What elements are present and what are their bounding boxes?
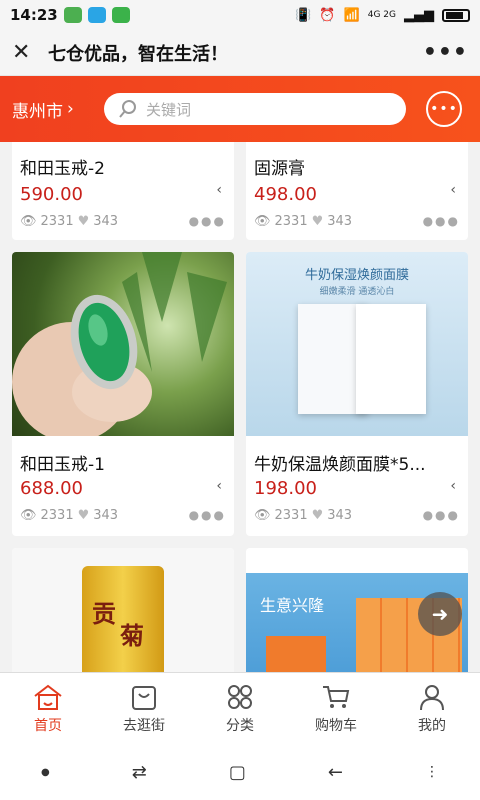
nav-profile[interactable]: 我的	[384, 673, 480, 744]
product-card[interactable]: 牛奶保湿焕颜面膜 细嫩柔滑 通透沁白 牛奶保温焕颜面膜*5... 198.00 …	[246, 252, 468, 536]
overview-icon[interactable]: ▢	[229, 762, 246, 783]
more-dots-icon[interactable]: ●●●	[189, 214, 226, 228]
wifi-icon: 📶	[343, 7, 360, 23]
product-stats: 👁 2331 ♥ 343	[254, 508, 352, 523]
category-icon	[228, 684, 252, 709]
chevron-left-icon[interactable]: ‹	[216, 182, 222, 198]
city-selector[interactable]: 惠州市 ›	[12, 97, 104, 122]
cart-icon	[323, 685, 350, 708]
product-card[interactable]: 固源膏 498.00 👁 2331 ♥ 343 ‹ ●●●	[246, 142, 468, 240]
likes-count: 343	[327, 214, 353, 229]
user-icon	[420, 684, 444, 710]
battery-icon	[442, 8, 470, 22]
eye-icon: 👁	[254, 214, 271, 229]
search-icon	[119, 100, 136, 118]
system-navigation: ● ⇄ ▢ ← ⋮	[0, 744, 480, 800]
product-card[interactable]: 生意兴隆 ➜	[246, 548, 468, 672]
mask-box-subtitle: 细嫩柔滑 通透沁白	[319, 287, 395, 297]
nav-cart-label: 购物车	[315, 717, 357, 734]
scan-notification-icon	[111, 7, 130, 23]
product-image-face-mask: 牛奶保湿焕颜面膜 细嫩柔滑 通透沁白	[246, 252, 468, 436]
bottom-nav: 首页 去逛街 分类 购物车 我的	[0, 672, 480, 744]
chevron-right-icon: ›	[67, 99, 74, 119]
product-price: 590.00	[20, 184, 83, 205]
product-price: 498.00	[254, 184, 317, 205]
product-image-jade-ring	[12, 252, 234, 436]
chevron-left-icon[interactable]: ‹	[216, 478, 222, 494]
product-stats: 👁 2331 ♥ 343	[254, 214, 352, 229]
can-text-1: 贡	[92, 600, 116, 628]
heart-icon: ♥	[311, 214, 324, 229]
close-icon[interactable]: ✕	[12, 40, 42, 65]
heart-icon: ♥	[77, 508, 90, 523]
heart-icon: ♥	[311, 508, 324, 523]
product-grid: 和田玉戒-2 590.00 👁 2331 ♥ 343 ‹ ●●● 固源膏 498…	[0, 142, 480, 672]
likes-count: 343	[327, 508, 353, 523]
views-count: 2331	[40, 508, 74, 523]
product-stats: 👁 2331 ♥ 343	[20, 508, 118, 523]
browser-notification-icon	[87, 7, 106, 23]
eye-icon: 👁	[20, 214, 37, 229]
product-image-chrysanthemum-drink: 贡 菊	[12, 548, 234, 672]
back-icon[interactable]: ←	[328, 762, 343, 783]
product-name: 和田玉戒-2	[20, 159, 105, 179]
more-dots-icon[interactable]: ●●●	[423, 508, 460, 522]
network-type: 4G 2G	[367, 10, 396, 20]
can-text-2: 菊	[120, 622, 144, 650]
app-notification-icon	[63, 7, 82, 23]
tissue-banner-text: 生意兴隆	[260, 596, 325, 615]
nav-profile-label: 我的	[418, 717, 446, 734]
signal-icon: ▂▄▆	[404, 7, 434, 23]
chevron-left-icon[interactable]: ‹	[450, 182, 456, 198]
nav-cart[interactable]: 购物车	[288, 673, 384, 744]
alarm-icon: ⏰	[319, 7, 336, 23]
nav-category-label: 分类	[226, 717, 254, 734]
heart-icon: ♥	[77, 214, 90, 229]
search-header: 惠州市 › 关键词 •••	[0, 76, 480, 142]
scroll-next-button[interactable]: ➜	[418, 592, 462, 636]
nav-shopping[interactable]: 去逛街	[96, 673, 192, 744]
menu-icon[interactable]: ⋮	[425, 764, 439, 780]
product-name: 牛奶保温焕颜面膜*5...	[254, 455, 426, 475]
more-icon[interactable]: •••	[423, 40, 468, 65]
eye-icon: 👁	[254, 508, 271, 523]
likes-count: 343	[93, 508, 119, 523]
message-icon[interactable]: •••	[426, 91, 462, 127]
nav-shopping-label: 去逛街	[123, 717, 165, 734]
product-name: 固源膏	[254, 159, 305, 179]
chevron-left-icon[interactable]: ‹	[450, 478, 456, 494]
product-price: 688.00	[20, 478, 83, 499]
page-title: 七仓优品，智在生活！	[48, 43, 228, 65]
nav-home[interactable]: 首页	[0, 673, 96, 744]
eye-icon: 👁	[20, 508, 37, 523]
nav-category[interactable]: 分类	[192, 673, 288, 744]
product-card[interactable]: 贡 菊	[12, 548, 234, 672]
shopping-bag-icon	[132, 685, 156, 710]
product-card[interactable]: 和田玉戒-1 688.00 👁 2331 ♥ 343 ‹ ●●●	[12, 252, 234, 536]
switch-icon[interactable]: ⇄	[132, 762, 147, 783]
nav-home-label: 首页	[34, 717, 62, 734]
vibrate-icon: 📳	[295, 7, 312, 23]
views-count: 2331	[40, 214, 74, 229]
product-name: 和田玉戒-1	[20, 455, 105, 475]
search-placeholder: 关键词	[146, 100, 192, 119]
product-stats: 👁 2331 ♥ 343	[20, 214, 118, 229]
title-bar: ✕ 七仓优品，智在生活！ •••	[0, 30, 480, 76]
views-count: 2331	[274, 214, 308, 229]
dot-icon[interactable]: ●	[41, 767, 50, 778]
status-bar: 14:23 📳 ⏰ 📶 4G 2G ▂▄▆	[0, 0, 480, 30]
product-price: 198.00	[254, 478, 317, 499]
status-time: 14:23	[10, 6, 58, 24]
search-input[interactable]: 关键词	[104, 93, 406, 125]
product-card[interactable]: 和田玉戒-2 590.00 👁 2331 ♥ 343 ‹ ●●●	[12, 142, 234, 240]
home-icon	[34, 684, 62, 710]
more-dots-icon[interactable]: ●●●	[423, 214, 460, 228]
mask-box-title: 牛奶保湿焕颜面膜	[304, 268, 409, 283]
more-dots-icon[interactable]: ●●●	[189, 508, 226, 522]
likes-count: 343	[93, 214, 119, 229]
views-count: 2331	[274, 508, 308, 523]
city-label: 惠州市	[12, 101, 63, 122]
